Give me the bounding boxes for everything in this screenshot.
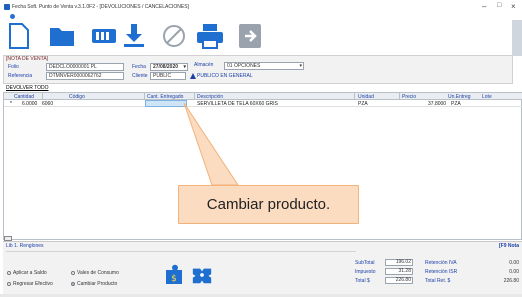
users-puzzle-icon	[192, 268, 212, 284]
radio-label: Regresar Efectivo	[13, 281, 53, 287]
retencion-isr-value: 0.00	[509, 269, 519, 275]
total-ret-value: 226.80	[503, 278, 519, 284]
radio-aplicar-saldo[interactable]: Aplicar a Saldo	[7, 270, 47, 276]
f9-nota-label[interactable]: [F9 Nota	[499, 243, 519, 249]
svg-text:$: $	[171, 274, 177, 284]
users-puzzle-button[interactable]	[191, 264, 213, 286]
radio-dot	[7, 270, 11, 275]
money-puzzle-icon: $	[166, 264, 182, 284]
retencion-iva-value: 0.00	[509, 260, 519, 266]
impuesto-value: 31.28	[385, 268, 413, 275]
radio-dot-selected	[71, 281, 75, 286]
radio-regresar-efectivo[interactable]: Regresar Efectivo	[7, 281, 53, 287]
radio-cambiar-producto[interactable]: Cambiar Producto	[71, 281, 117, 287]
radio-vales-consumo[interactable]: Vales de Consumo	[71, 270, 119, 276]
radio-label: Aplicar a Saldo	[13, 270, 47, 276]
tab-renglones[interactable]: Lib 1. Renglones	[6, 243, 44, 249]
radio-dot	[7, 281, 11, 286]
retencion-isr-label: Retención ISR	[425, 269, 458, 275]
radio-label: Vales de Consumo	[77, 270, 119, 276]
footer-divider	[6, 251, 356, 252]
total-label: Total $	[355, 278, 370, 284]
radio-label: Cambiar Producto	[77, 281, 118, 287]
footer-panel: Lib 1. Renglones [F9 Nota Aplicar a Sald…	[3, 241, 522, 295]
retencion-iva-label: Retención IVA	[425, 260, 457, 266]
radio-dot	[71, 270, 75, 275]
total-ret-label: Total Ret. $	[425, 278, 451, 284]
subtotal-label: SubTotal	[355, 260, 375, 266]
callout-box: Cambiar producto.	[178, 185, 359, 224]
total-value: 226.80	[385, 277, 413, 284]
money-puzzle-button[interactable]: $	[163, 264, 185, 286]
subtotal-value: 196.02	[385, 259, 413, 266]
impuesto-label: Impuesto	[355, 269, 376, 275]
